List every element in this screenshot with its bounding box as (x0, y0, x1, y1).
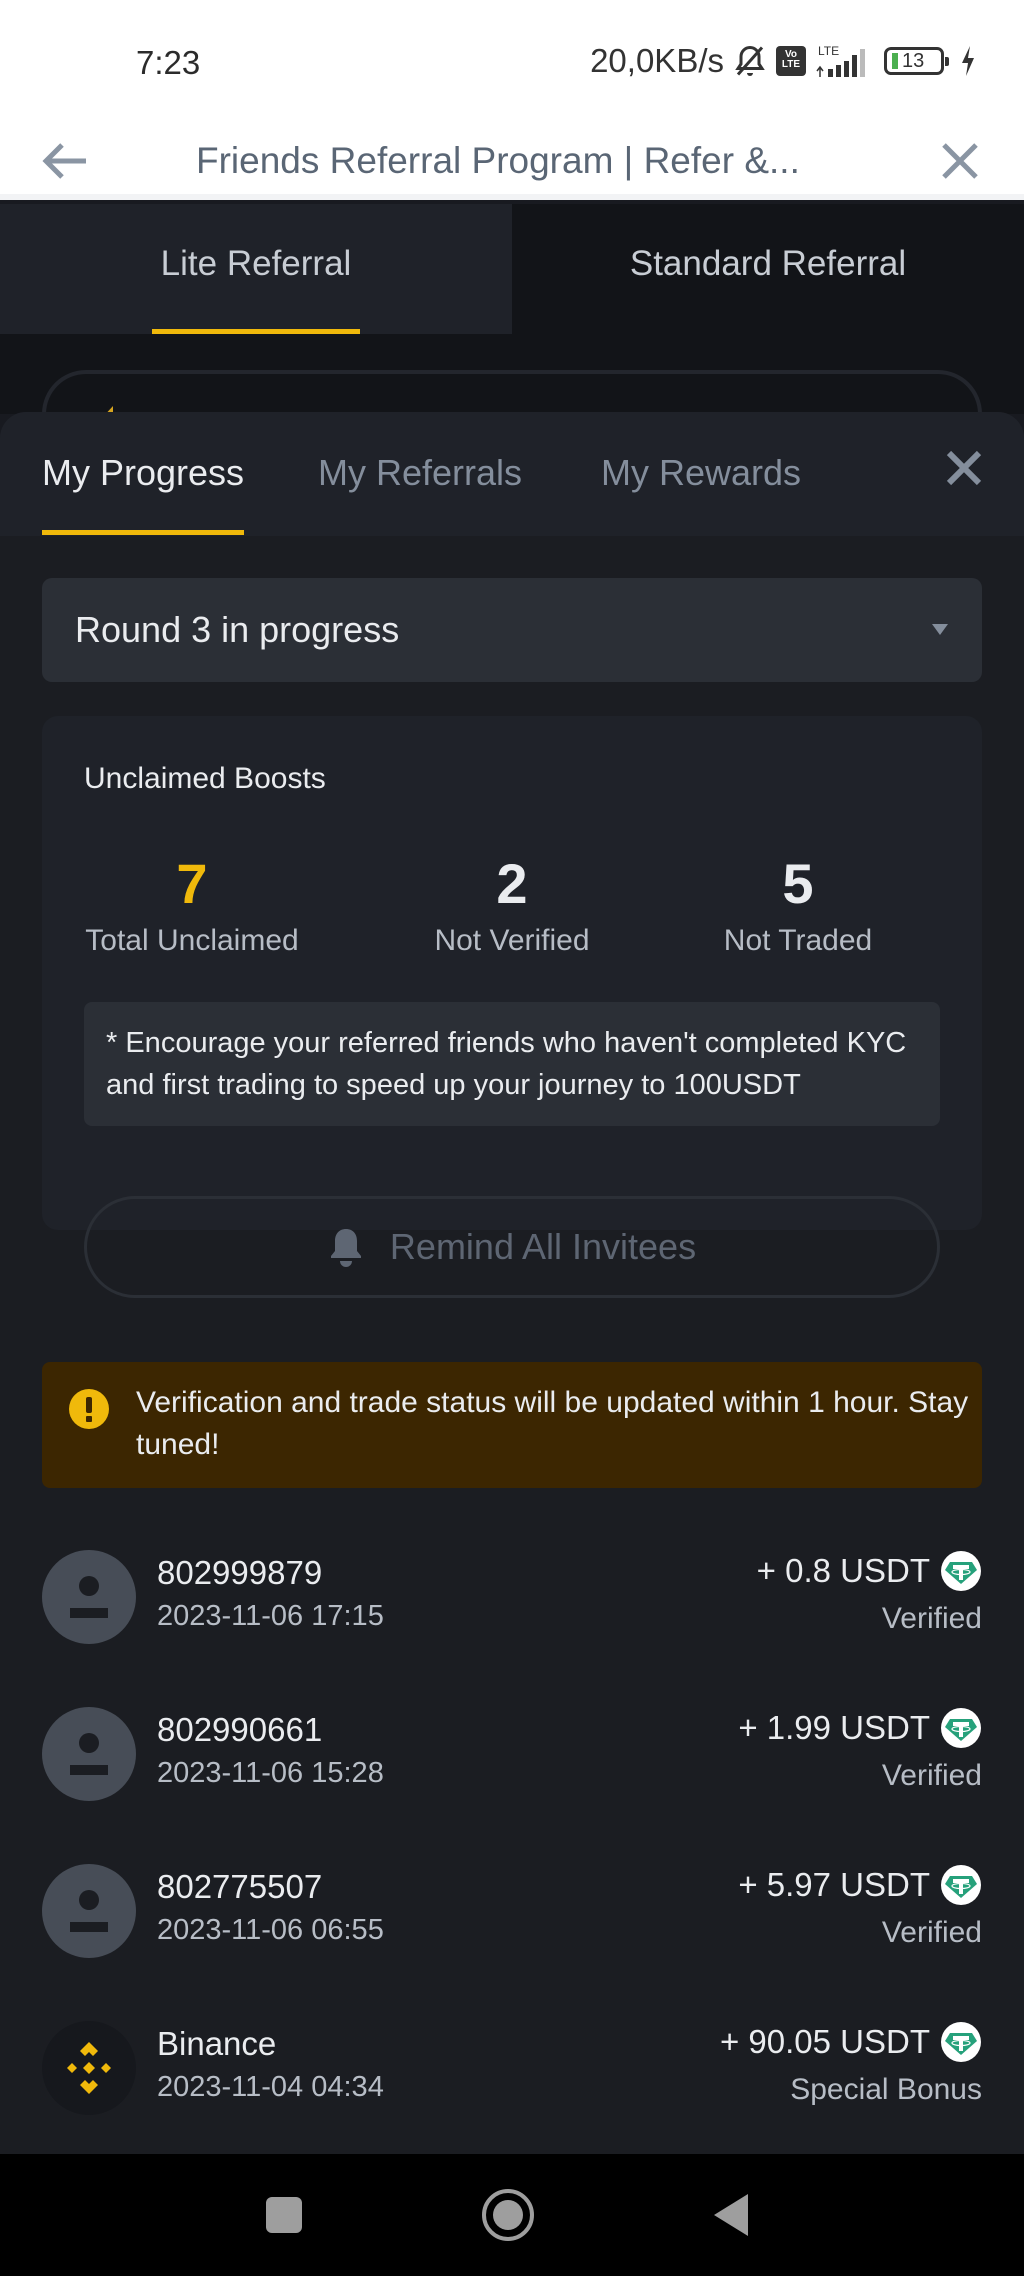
referral-type-tabs: Lite Referral Standard Referral (0, 204, 1024, 334)
usdt-tether-icon (941, 2022, 981, 2062)
stat-total-unclaimed: 7 Total Unclaimed (85, 852, 299, 958)
arrow-left-icon (42, 143, 86, 179)
bell-icon (330, 1229, 361, 1267)
back-button[interactable] (36, 128, 92, 194)
close-icon (942, 143, 978, 179)
active-tab-indicator (42, 530, 245, 535)
back-triangle-icon (714, 2194, 748, 2236)
user-icon (42, 1707, 136, 1801)
stat-not-verified: 2 Not Verified (434, 852, 590, 958)
list-item[interactable]: 802775507 2023-11-06 06:55 + 5.97 USDT V… (0, 1850, 1024, 2007)
stat-not-traded: 5 Not Traded (723, 852, 873, 958)
user-icon (42, 1550, 136, 1644)
recents-square-icon (266, 2197, 302, 2233)
bell-muted-icon (732, 43, 768, 79)
status-icons: 20,0KB/s Vo LTE LTE 13 (590, 42, 976, 80)
warning-text: Verification and trade status will be up… (136, 1386, 969, 1461)
sheet-tabs: My Progress My Referrals My Rewards (0, 412, 1024, 536)
reward-amount: + 90.05 USDT (720, 2021, 982, 2063)
charging-icon (960, 46, 976, 76)
unclaimed-boosts-card: Unclaimed Boosts 7 Total Unclaimed 2 Not… (42, 716, 982, 1298)
round-select-value: Round 3 in progress (75, 609, 400, 650)
status-bar: 7:23 20,0KB/s Vo LTE LTE 13 (0, 0, 1024, 128)
tab-my-progress[interactable]: My Progress (42, 452, 245, 535)
exclamation-circle-icon (69, 1389, 109, 1429)
tab-lite-referral[interactable]: Lite Referral (0, 204, 512, 334)
recents-button[interactable] (224, 2154, 344, 2276)
svg-text:LTE: LTE (818, 44, 839, 58)
lte-signal-icon: LTE (814, 43, 876, 79)
usdt-tether-icon (941, 1551, 981, 1591)
home-circle-icon (482, 2189, 534, 2241)
verification-status: Verified (881, 1759, 982, 1792)
tab-my-referrals[interactable]: My Referrals (318, 452, 522, 494)
verification-status: Verified (881, 1916, 982, 1949)
tab-standard-referral[interactable]: Standard Referral (512, 204, 1024, 334)
close-sheet-button[interactable] (938, 442, 990, 494)
close-icon (946, 450, 982, 486)
usdt-tether-icon (941, 1865, 981, 1905)
list-item[interactable]: Binance 2023-11-04 04:34 + 90.05 USDT Sp… (0, 2007, 1024, 2154)
tab-my-rewards[interactable]: My Rewards (601, 452, 801, 494)
page-title: Friends Referral Program | Refer &... (196, 140, 800, 181)
round-select[interactable]: Round 3 in progress (42, 578, 982, 682)
reward-amount: + 1.99 USDT (738, 1707, 982, 1749)
referral-list: 802999879 2023-11-06 17:15 + 0.8 USDT Ve… (0, 1536, 1024, 2154)
web-header: Friends Referral Program | Refer &... (0, 128, 1024, 200)
list-item[interactable]: 802990661 2023-11-06 15:28 + 1.99 USDT V… (0, 1693, 1024, 1850)
battery-icon: 13 (884, 47, 949, 75)
reward-amount: + 5.97 USDT (738, 1864, 982, 1906)
status-warning-banner: Verification and trade status will be up… (42, 1362, 982, 1488)
boost-note: * Encourage your referred friends who ha… (84, 1002, 940, 1126)
caret-down-icon (932, 624, 948, 635)
binance-logo-icon (42, 2021, 136, 2115)
list-item[interactable]: 802999879 2023-11-06 17:15 + 0.8 USDT Ve… (0, 1536, 1024, 1693)
volte-icon: Vo LTE (776, 46, 806, 76)
boosts-title: Unclaimed Boosts (84, 762, 326, 795)
bonus-status: Special Bonus (790, 2073, 982, 2106)
progress-sheet: My Progress My Referrals My Rewards Roun… (0, 412, 1024, 2154)
system-nav-bar (0, 2154, 1024, 2276)
usdt-tether-icon (941, 1708, 981, 1748)
user-icon (42, 1864, 136, 1958)
close-webview-button[interactable] (932, 128, 988, 194)
remind-all-invitees-button[interactable]: Remind All Invitees (84, 1196, 940, 1298)
back-nav-button[interactable] (672, 2154, 792, 2276)
network-speed: 20,0KB/s (590, 42, 724, 79)
status-time: 7:23 (136, 44, 201, 81)
home-button[interactable] (448, 2154, 568, 2276)
verification-status: Verified (881, 1602, 982, 1635)
reward-amount: + 0.8 USDT (757, 1550, 982, 1592)
